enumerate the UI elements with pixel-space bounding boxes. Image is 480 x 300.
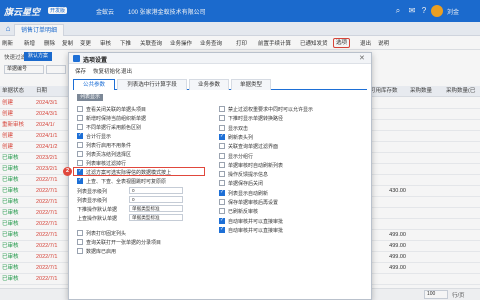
option-row[interactable]: 自动审核并可以直接审批 (219, 217, 369, 225)
option-label: 显示分组行 (228, 153, 254, 160)
option-label: 禁止过滤权重要求中同时可以允许显示 (228, 107, 314, 113)
field-select[interactable]: 单据类型标准 (129, 205, 183, 212)
option-checkbox[interactable] (77, 248, 83, 254)
option-row[interactable]: 列表页冻结列选择区 (77, 150, 205, 158)
option-label: 列表行启用不用条件 (86, 143, 132, 149)
option-label: 列表显示自动刷新 (228, 190, 269, 197)
option-label: 操作反馈提示信息 (228, 172, 269, 179)
option-row[interactable]: 列表审核过滤掉行 (77, 159, 205, 167)
option-checkbox[interactable] (77, 142, 83, 148)
option-row[interactable]: 显示分组行 (219, 152, 369, 160)
option-label: 刷新表头列 (228, 134, 254, 141)
option-label: 合计行显示 (86, 134, 112, 140)
tab-bill-types[interactable]: 单据类型 (231, 79, 271, 90)
option-label: 列表审核过滤掉行 (86, 161, 127, 167)
step-marker: 2 (63, 167, 72, 176)
option-checkbox[interactable] (219, 143, 225, 150)
option-row[interactable]: 查询关联打开一张单据的分录项目 (77, 238, 217, 246)
option-label: 单据保存后关闭 (228, 181, 264, 188)
option-checkbox[interactable] (219, 217, 225, 224)
option-label: 自动审核并可以直接审批 (228, 218, 284, 225)
field-label: 上查操作默认单据 (77, 216, 118, 222)
tab-list-calc-fields[interactable]: 列表选中行计算字段 (117, 79, 187, 90)
option-label: 自动审核并可以直接审批 (228, 227, 284, 234)
option-checkbox[interactable] (219, 199, 225, 205)
option-row[interactable]: 保存单据审核后再设置 (219, 198, 369, 206)
option-checkbox[interactable] (219, 106, 225, 112)
option-checkbox[interactable] (219, 180, 225, 187)
field-select[interactable]: 0 (129, 196, 183, 203)
option-checkbox[interactable] (219, 133, 225, 140)
tab-business-params[interactable]: 业务参数 (189, 79, 229, 90)
option-row[interactable]: 列表显示自动刷新 (219, 189, 369, 197)
options-dialog: 选项设置 ✕ 保存 恢复初始化 退出 公共参数 列表选中行计算字段 业务参数 单… (63, 52, 372, 300)
option-row[interactable]: 刷新表头列 (219, 133, 369, 141)
option-label: 列表页冻结列选择区 (86, 152, 132, 158)
field-label: 列表显示级列 (77, 189, 108, 195)
dialog-tabs: 公共参数 列表选中行计算字段 业务参数 单据类型 (73, 79, 367, 90)
option-label: 关联查询单据过滤界面 (228, 144, 279, 151)
option-label: 已刷新反审核 (228, 209, 259, 216)
option-label: 显示双击 (228, 125, 249, 132)
option-row[interactable]: 查看关闭关联的单据头项目 (77, 105, 205, 113)
option-checkbox[interactable] (219, 189, 225, 196)
dialog-header: 选项设置 ✕ (69, 53, 371, 64)
option-label: 上查、下查、全表视图跳时可复原原 (86, 179, 167, 185)
option-row[interactable]: 显示双击 (219, 124, 369, 132)
option-label: 新增时保持当前组织新单据 (86, 116, 147, 122)
option-label: 查看关闭关联的单据头项目 (86, 107, 147, 113)
section-list-display: 列表显示 (77, 94, 104, 101)
option-label: 下推时显示单据转换路径 (228, 116, 284, 123)
option-row[interactable]: 新增时保持当前组织新单据 (77, 114, 205, 122)
tab-common-params[interactable]: 公共参数 (73, 79, 115, 90)
option-row[interactable]: 自动审核并可以直接审批 (219, 226, 369, 234)
dialog-icon (73, 55, 80, 62)
option-checkbox[interactable] (77, 115, 83, 121)
option-checkbox[interactable] (77, 132, 83, 139)
option-checkbox[interactable] (219, 161, 225, 168)
field-label: 下推操作默认单据 (77, 207, 118, 213)
option-row[interactable]: 列表行启用不用条件 (77, 141, 205, 149)
option-row[interactable]: 关联查询单据过滤界面 (219, 142, 369, 150)
option-checkbox[interactable] (77, 230, 83, 236)
option-checkbox[interactable] (219, 171, 225, 178)
option-label: 列表打印固定列头 (86, 231, 127, 237)
option-label: 数据库已启用 (86, 249, 117, 255)
option-row[interactable]: 单据保存后关闭 (219, 179, 369, 187)
option-label: 单据审核时自动刷新列表 (228, 162, 284, 169)
field-label: 列表显示级列 (77, 198, 108, 204)
field-select[interactable]: 0 (129, 187, 183, 194)
option-label: 保存单据审核后再设置 (228, 200, 279, 206)
option-checkbox[interactable] (77, 177, 83, 184)
option-checkbox[interactable] (219, 115, 225, 122)
option-checkbox[interactable] (77, 124, 83, 130)
option-checkbox[interactable] (77, 106, 83, 112)
highlighted-option-frame (73, 167, 205, 176)
option-checkbox[interactable] (219, 152, 225, 159)
option-row[interactable]: 下推时显示单据转换路径 (219, 114, 369, 122)
dialog-exit-button[interactable]: 退出 (121, 67, 132, 75)
option-row[interactable]: 上查、下查、全表视图跳时可复原原 (77, 177, 205, 185)
field-select[interactable]: 单据类型标准 (129, 214, 183, 221)
dialog-title: 选项设置 (83, 58, 108, 64)
dialog-save-button[interactable]: 保存 (75, 67, 86, 75)
option-row[interactable]: 列表打印固定列头 (77, 229, 217, 237)
option-row[interactable]: 不同单据行采用颜色区别 (77, 123, 205, 131)
option-row[interactable]: 单据审核时自动刷新列表 (219, 161, 369, 169)
option-checkbox[interactable] (77, 151, 83, 157)
option-checkbox[interactable] (77, 239, 83, 245)
option-label: 查询关联打开一张单据的分录项目 (86, 240, 162, 246)
option-row[interactable]: 已刷新反审核 (219, 207, 369, 215)
close-icon[interactable]: ✕ (359, 54, 365, 62)
option-label: 不同单据行采用颜色区别 (86, 125, 142, 131)
dialog-reset-button[interactable]: 恢复初始化 (93, 67, 121, 75)
option-row[interactable]: 数据库已启用 (77, 247, 217, 255)
option-row[interactable]: 合计行显示 (77, 132, 205, 140)
option-checkbox[interactable] (77, 160, 83, 166)
option-checkbox[interactable] (219, 208, 225, 215)
option-checkbox[interactable] (219, 124, 225, 131)
option-checkbox[interactable] (219, 226, 225, 233)
option-row[interactable]: 禁止过滤权重要求中同时可以允许显示 (219, 105, 369, 113)
option-row[interactable]: 操作反馈提示信息 (219, 170, 369, 178)
